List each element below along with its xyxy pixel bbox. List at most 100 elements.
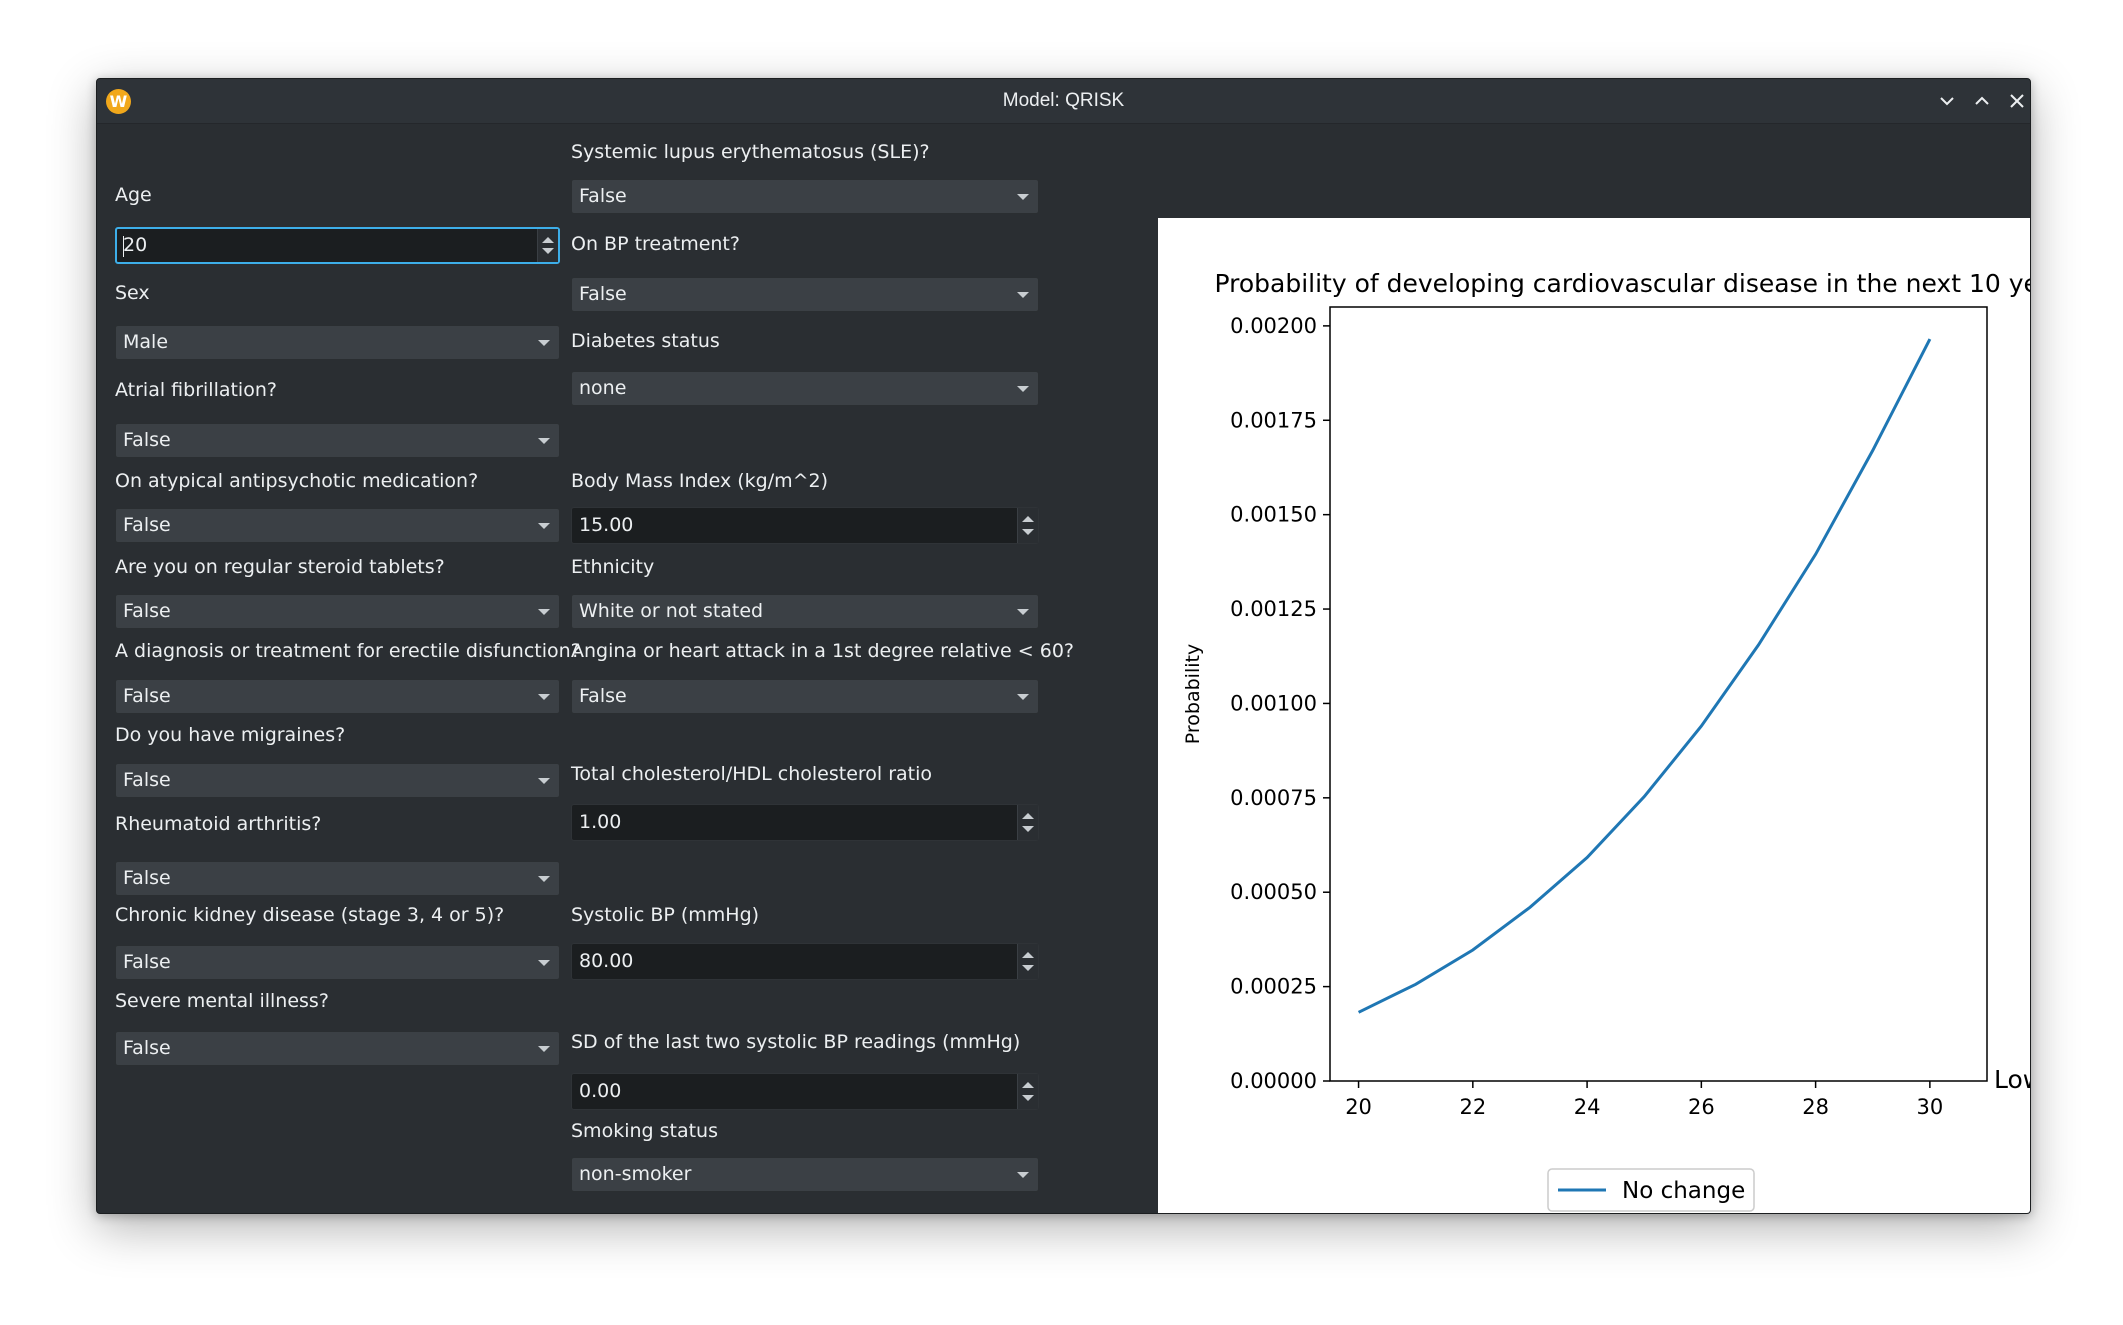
diabetes-status-combo[interactable]: none [571, 371, 1039, 406]
sex-label: Sex [115, 282, 150, 304]
risk-chart: Probability of developing cardiovascular… [1182, 269, 2031, 1212]
series-line-no-change [1357, 338, 1932, 1014]
systolic-bp-spinbox[interactable]: 80.00 [571, 943, 1039, 980]
spin-up-icon[interactable] [542, 237, 554, 243]
sle-value: False [579, 185, 627, 207]
smoking-status-label: Smoking status [571, 1120, 718, 1142]
y-tick-label: 0.00125 [1230, 597, 1317, 621]
cholesterol-ratio-spinbox[interactable]: 1.00 [571, 804, 1039, 841]
mental-illness-value: False [123, 1037, 171, 1059]
window-title: Model: QRISK [1002, 90, 1125, 111]
title-bar[interactable]: W Model: QRISK [97, 79, 2030, 124]
spin-buttons[interactable] [1017, 508, 1038, 543]
spin-up-icon[interactable] [1022, 516, 1034, 522]
antipsychotic-value: False [123, 514, 171, 536]
sle-combo[interactable]: False [571, 179, 1039, 214]
dropdown-arrow-icon [1017, 292, 1029, 298]
migraines-combo[interactable]: False [115, 763, 560, 798]
atrial-fibrillation-value: False [123, 429, 171, 451]
dropdown-arrow-icon [538, 694, 550, 700]
spin-down-icon[interactable] [1022, 1095, 1034, 1101]
smoking-status-value: non-smoker [579, 1163, 692, 1185]
antipsychotic-combo[interactable]: False [115, 508, 560, 543]
legend-label: No change [1622, 1178, 1745, 1204]
atrial-fibrillation-combo[interactable]: False [115, 423, 560, 458]
spin-buttons[interactable] [1017, 1074, 1038, 1109]
kidney-disease-combo[interactable]: False [115, 945, 560, 980]
bmi-spinbox[interactable]: 15.00 [571, 507, 1039, 544]
mental-illness-label: Severe mental illness? [115, 990, 329, 1012]
y-tick-label: 0.00025 [1230, 975, 1317, 999]
cholesterol-ratio-value: 1.00 [579, 811, 622, 833]
rheumatoid-arthritis-combo[interactable]: False [115, 861, 560, 896]
spin-buttons[interactable] [1017, 944, 1038, 979]
dropdown-arrow-icon [1017, 194, 1029, 200]
rheumatoid-arthritis-value: False [123, 867, 171, 889]
steroid-combo[interactable]: False [115, 594, 560, 629]
spin-down-icon[interactable] [1022, 529, 1034, 535]
y-tick-label: 0.00075 [1230, 786, 1317, 810]
kidney-disease-label: Chronic kidney disease (stage 3, 4 or 5)… [115, 904, 505, 926]
spin-down-icon[interactable] [542, 248, 554, 254]
y-tick-label: 0.00175 [1230, 408, 1317, 432]
chart-title: Probability of developing cardiovascular… [1214, 269, 2031, 298]
dropdown-arrow-icon [538, 438, 550, 444]
spin-up-icon[interactable] [1022, 952, 1034, 958]
family-history-label: Angina or heart attack in a 1st degree r… [571, 640, 1074, 662]
maximize-button[interactable] [1968, 87, 1996, 115]
erectile-disfunction-label: A diagnosis or treatment for erectile di… [115, 640, 581, 662]
steroid-value: False [123, 600, 171, 622]
diabetes-status-value: none [579, 377, 627, 399]
sex-combo[interactable]: Male [115, 325, 560, 360]
steroid-label: Are you on regular steroid tablets? [115, 556, 445, 578]
text-cursor [123, 236, 124, 257]
main-window: W Model: QRISK Age 20 Sex Male Atrial fi… [96, 78, 2031, 1214]
minimize-button[interactable] [1933, 87, 1961, 115]
bp-sd-value: 0.00 [579, 1080, 622, 1102]
y-tick-label: 0.00150 [1230, 503, 1317, 527]
sle-label: Systemic lupus erythematosus (SLE)? [571, 141, 930, 163]
x-tick-label: 22 [1459, 1095, 1486, 1119]
close-icon [2010, 94, 2024, 108]
smoking-status-combo[interactable]: non-smoker [571, 1157, 1039, 1192]
x-tick-label: 20 [1345, 1095, 1372, 1119]
erectile-disfunction-value: False [123, 685, 171, 707]
sex-value: Male [123, 331, 169, 353]
risk-annotation: Low risk [1994, 1065, 2031, 1094]
mental-illness-combo[interactable]: False [115, 1031, 560, 1066]
bmi-label: Body Mass Index (kg/m^2) [571, 470, 829, 492]
spin-down-icon[interactable] [1022, 826, 1034, 832]
y-tick-label: 0.00200 [1230, 314, 1317, 338]
cholesterol-ratio-label: Total cholesterol/HDL cholesterol ratio [571, 763, 933, 785]
migraines-value: False [123, 769, 171, 791]
plot-panel: Probability of developing cardiovascular… [1158, 218, 2031, 1213]
spin-down-icon[interactable] [1022, 965, 1034, 971]
dropdown-arrow-icon [538, 523, 550, 529]
dropdown-arrow-icon [1017, 694, 1029, 700]
x-tick-label: 26 [1688, 1095, 1715, 1119]
family-history-value: False [579, 685, 627, 707]
close-button[interactable] [2003, 87, 2030, 115]
dropdown-arrow-icon [538, 778, 550, 784]
migraines-label: Do you have migraines? [115, 724, 346, 746]
bp-treatment-label: On BP treatment? [571, 233, 740, 255]
bp-sd-spinbox[interactable]: 0.00 [571, 1073, 1039, 1110]
age-spinbox[interactable]: 20 [115, 227, 560, 264]
age-value: 20 [123, 234, 148, 256]
x-tick-label: 24 [1574, 1095, 1601, 1119]
family-history-combo[interactable]: False [571, 679, 1039, 714]
y-axis-label: Probability [1182, 644, 1204, 744]
bp-treatment-combo[interactable]: False [571, 277, 1039, 312]
chevron-up-icon [1975, 96, 1989, 105]
y-tick-label: 0.00000 [1230, 1069, 1317, 1093]
spin-up-icon[interactable] [1022, 813, 1034, 819]
ethnicity-combo[interactable]: White or not stated [571, 594, 1039, 629]
dropdown-arrow-icon [1017, 386, 1029, 392]
spin-buttons[interactable] [1017, 805, 1038, 840]
spin-up-icon[interactable] [1022, 1082, 1034, 1088]
erectile-disfunction-combo[interactable]: False [115, 679, 560, 714]
dropdown-arrow-icon [538, 340, 550, 346]
spin-buttons[interactable] [537, 229, 558, 262]
age-label: Age [115, 184, 152, 206]
rheumatoid-arthritis-label: Rheumatoid arthritis? [115, 813, 322, 835]
